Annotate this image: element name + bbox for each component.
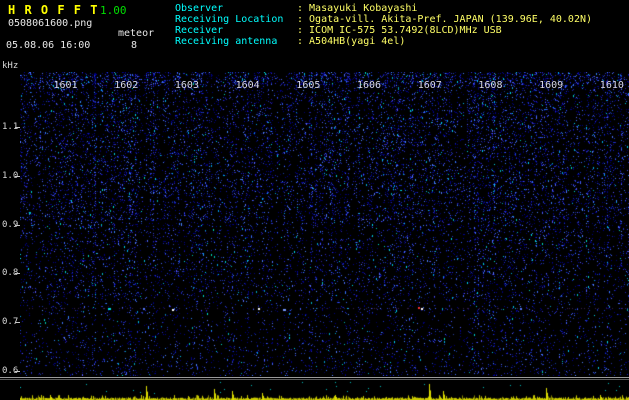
freq-axis-unit: kHz — [2, 61, 19, 71]
time-tick-label: 1608 — [478, 80, 503, 91]
station-info-row: Receiving antenna : A504HB(yagi 4el) — [175, 36, 405, 47]
time-tick-label: 1605 — [296, 80, 321, 91]
time-tick-label: 1602 — [114, 80, 139, 91]
time-tick-label: 1610 — [599, 80, 624, 91]
station-info-row: Observer : Masayuki Kobayashi — [175, 3, 417, 14]
station-info-label: Observer — [175, 3, 224, 14]
freq-tick-mark — [15, 273, 20, 275]
station-info-label: Receiver — [175, 25, 224, 36]
station-info-value: : ICOM IC-575 53.7492(8LCD)MHz USB — [297, 25, 502, 36]
freq-tick-mark — [15, 175, 20, 177]
time-tick-label: 1601 — [53, 80, 78, 91]
freq-tick-mark — [15, 224, 20, 226]
separator-line-2 — [0, 379, 629, 380]
time-tick-label: 1606 — [357, 80, 382, 91]
output-filename: 0508061600.png — [8, 18, 93, 29]
station-info-label: Receiving Location — [175, 14, 284, 25]
freq-tick-mark — [15, 127, 20, 128]
station-info-row: Receiver : ICOM IC-575 53.7492(8LCD)MHz U… — [175, 25, 502, 36]
time-tick-label: 1609 — [539, 80, 564, 91]
datetime-label: 05.08.06 16:00 — [6, 40, 91, 51]
time-tick-label: 1607 — [417, 80, 442, 91]
time-tick-label: 1604 — [235, 80, 260, 91]
hrofft-screen: H R O F F T 1.00 0508061600.png meteor 0… — [0, 0, 629, 400]
station-info-value: : Masayuki Kobayashi — [297, 3, 418, 14]
app-title: H R O F F T — [8, 3, 99, 17]
time-tick-label: 1603 — [174, 80, 199, 91]
spectrogram-canvas — [20, 72, 629, 376]
freq-tick-mark — [15, 371, 20, 372]
station-info-label: Receiving antenna — [175, 36, 278, 47]
freq-tick-mark — [15, 322, 20, 324]
station-info-row: Receiving Location : Ogata-vill. Akita-Pr… — [175, 14, 592, 25]
signal-level-canvas — [20, 380, 629, 400]
echo-count: 8 — [131, 40, 138, 51]
app-version: 1.00 — [100, 4, 127, 17]
station-info-value: : Ogata-vill. Akita-Pref. JAPAN (139.96E… — [297, 14, 593, 25]
station-info-value: : A504HB(yagi 4el) — [297, 36, 406, 47]
separator-line — [0, 377, 629, 378]
mode-label: meteor — [118, 28, 155, 39]
